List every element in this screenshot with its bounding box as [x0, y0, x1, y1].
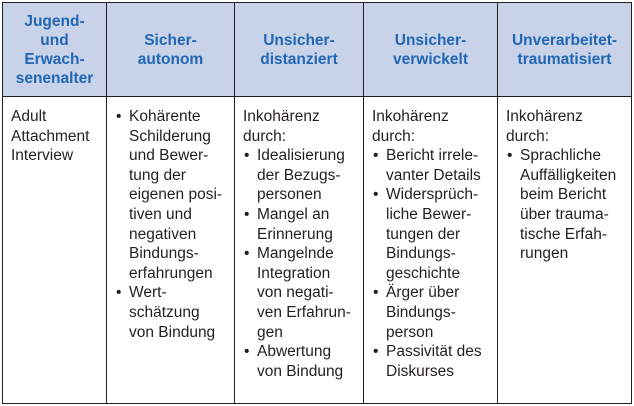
list-item: Abwertung von Bindung	[243, 342, 359, 381]
header-insecure-dismissing: Unsicher- distanziert	[235, 3, 364, 97]
header-age-group: Jugend- und Erwach- senenalter	[3, 3, 107, 97]
header-unresolved-traumatized: Unverarbeitet- traumatisiert	[498, 3, 631, 97]
cell-intro: Inkohärenz durch:	[243, 108, 320, 145]
list-item: Mangel an Erinnerung	[243, 205, 359, 244]
list-item: Ärger über Bindungs- person	[372, 283, 493, 342]
list-item: Idealisierung der Bezugs- personen	[243, 146, 359, 205]
cell-instrument: Adult Attachment Interview	[3, 97, 107, 403]
list-item: Passivität des Diskurses	[372, 342, 493, 381]
list-item: Kohärente Schilderung und Bewer- tung de…	[115, 107, 230, 283]
list-item: Bericht irrele- vanter Details	[372, 146, 493, 185]
list-item: Widersprüch- liche Bewer- tungen der Bin…	[372, 185, 493, 283]
header-insecure-preoccupied: Unsicher- verwickelt	[364, 3, 498, 97]
cell-insecure-dismissing: Inkohärenz durch: Idealisierung der Bezu…	[235, 97, 364, 403]
attachment-table: Jugend- und Erwach- senenalter Sicher- a…	[2, 2, 632, 404]
cell-secure-autonomous: Kohärente Schilderung und Bewer- tung de…	[107, 97, 235, 403]
list-item: Mangelnde Integration von negati- ven Er…	[243, 244, 359, 342]
dismissing-bullet-list: Idealisierung der Bezugs- personen Mange…	[243, 146, 359, 381]
unresolved-bullet-list: Sprachliche Auffälligkeiten beim Bericht…	[506, 146, 627, 264]
cell-unresolved-traumatized: Inkohärenz durch: Sprachliche Auffälligk…	[498, 97, 631, 403]
secure-bullet-list: Kohärente Schilderung und Bewer- tung de…	[115, 107, 230, 342]
cell-intro: Inkohärenz durch:	[506, 108, 583, 145]
preoccupied-bullet-list: Bericht irrele- vanter Details Widersprü…	[372, 146, 493, 381]
list-item: Wert- schätzung von Bindung	[115, 283, 230, 342]
header-secure-autonomous: Sicher- autonom	[107, 3, 235, 97]
list-item: Sprachliche Auffälligkeiten beim Bericht…	[506, 146, 627, 264]
cell-insecure-preoccupied: Inkohärenz durch: Bericht irrele- vanter…	[364, 97, 498, 403]
cell-intro: Inkohärenz durch:	[372, 108, 449, 145]
